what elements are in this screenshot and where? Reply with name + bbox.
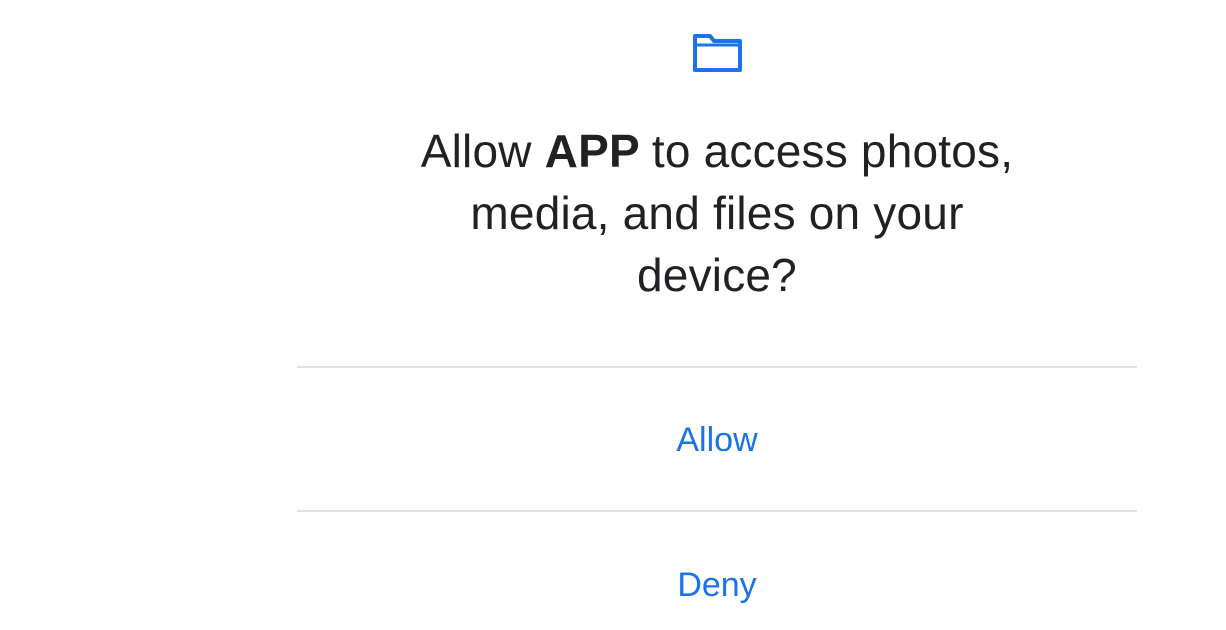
permission-prompt: Allow APP to access photos, media, and fi…	[297, 120, 1137, 306]
permission-dialog: Allow APP to access photos, media, and fi…	[297, 0, 1137, 630]
allow-button[interactable]: Allow	[297, 368, 1137, 510]
prompt-line-2: media, and files on your	[470, 187, 964, 239]
app-name: APP	[544, 125, 640, 177]
prompt-text-after-app: to access photos,	[651, 125, 1014, 177]
prompt-line-1: Allow APP to access photos,	[297, 120, 1137, 182]
prompt-text-before-app: Allow	[420, 125, 545, 177]
prompt-line-3: device?	[637, 249, 797, 301]
deny-button[interactable]: Deny	[297, 512, 1137, 630]
folder-icon	[693, 34, 742, 72]
